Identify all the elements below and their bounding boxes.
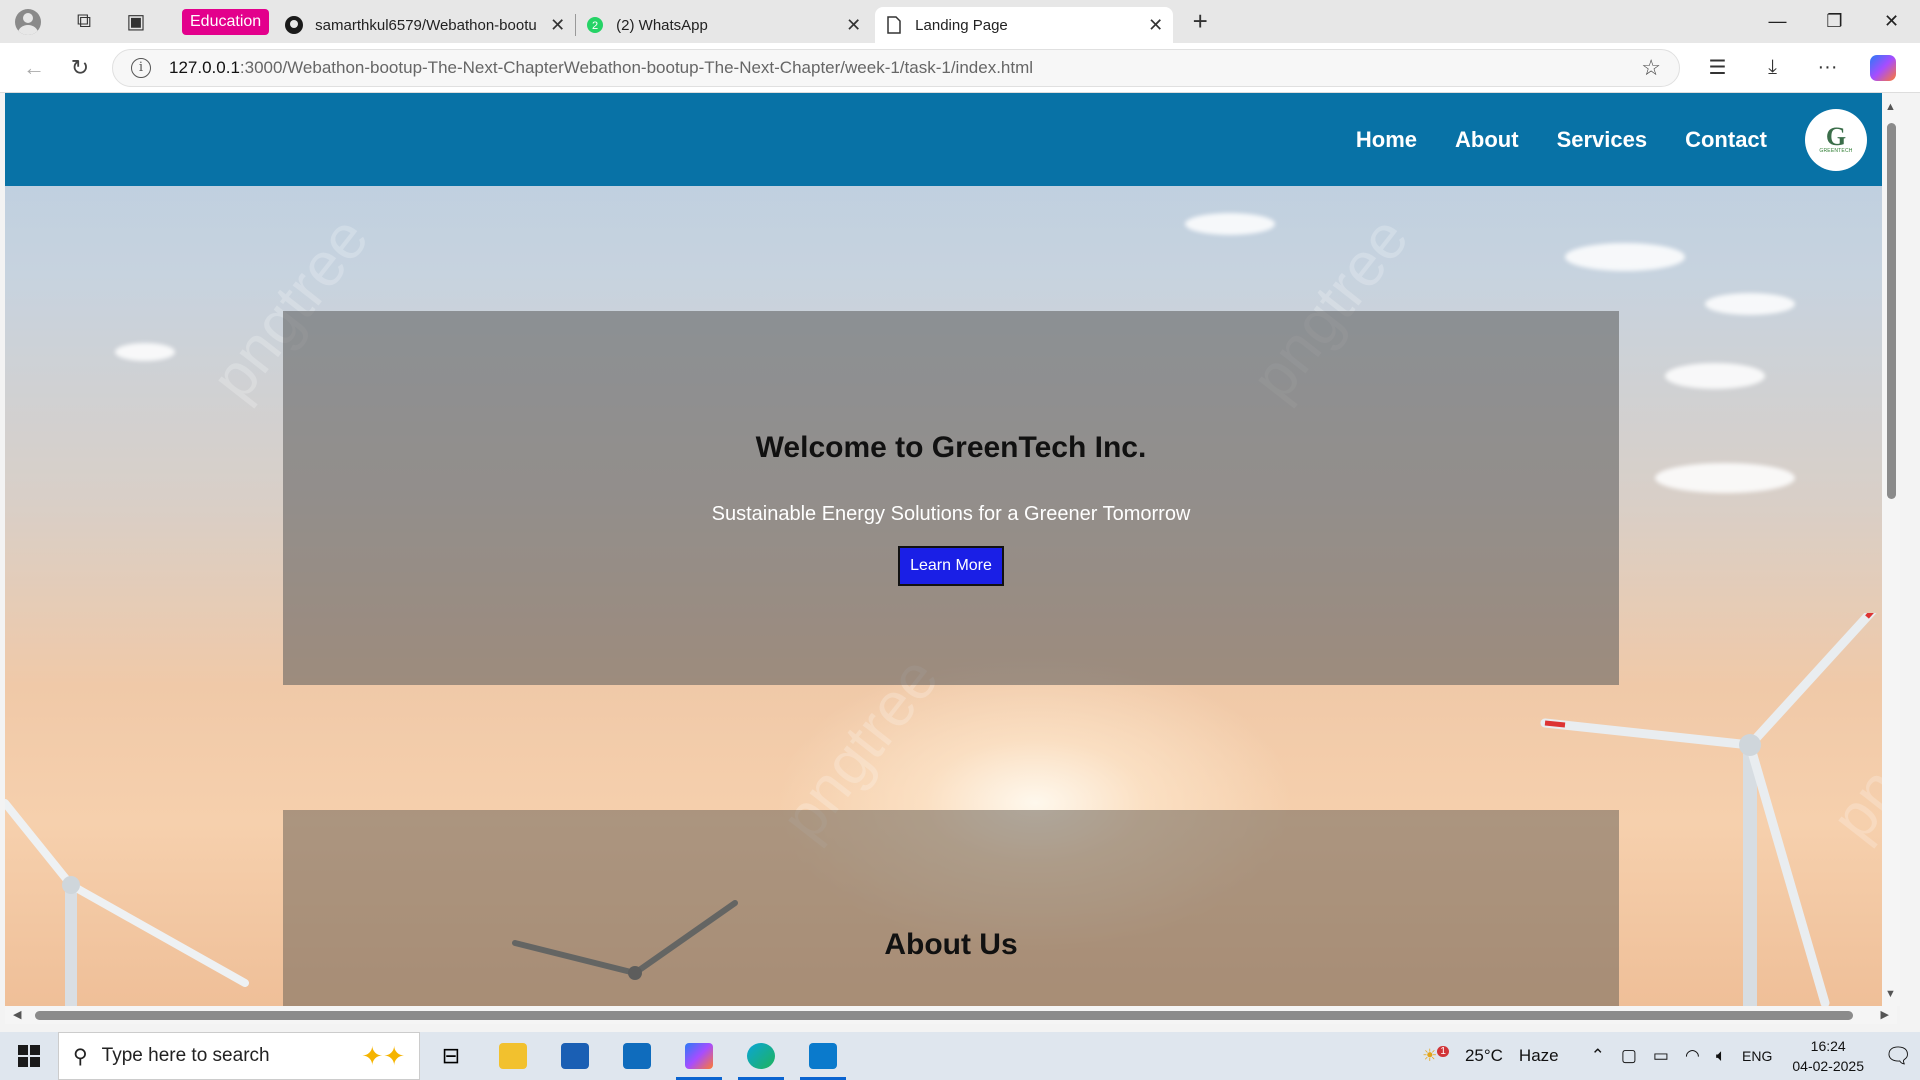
url-host: 127.0.0.1 [169, 57, 240, 77]
file-explorer-icon[interactable] [482, 1032, 544, 1080]
site-info-icon[interactable]: i [131, 57, 151, 78]
battery-icon[interactable]: ▭ [1653, 1046, 1669, 1066]
tab-github[interactable]: samarthkul6579/Webathon-bootu ✕ [275, 7, 575, 43]
tab-landing-page[interactable]: Landing Page ✕ [875, 7, 1174, 43]
learn-more-button[interactable]: Learn More [898, 546, 1004, 586]
task-view-icon[interactable]: ⊟ [420, 1032, 482, 1080]
workspaces-icon[interactable]: ⧉ [64, 2, 104, 42]
url-path: :3000/Webathon-bootup-The-Next-ChapterWe… [239, 57, 1034, 77]
chevron-up-icon[interactable]: ⌃ [1591, 1046, 1605, 1066]
notifications-icon[interactable]: 🗨︎ [1876, 1032, 1920, 1080]
nav-about[interactable]: About [1455, 127, 1519, 153]
address-bar: ← ↻ i 127.0.0.1:3000/Webathon-bootup-The… [0, 43, 1920, 93]
toolbar: ☰ ⤓ ··· [1690, 48, 1910, 88]
scroll-thumb[interactable] [1887, 123, 1896, 499]
volume-icon[interactable]: 🔈︎ [1716, 1046, 1726, 1066]
nav-services[interactable]: Services [1557, 127, 1648, 153]
tab-group-education[interactable]: Education [182, 8, 270, 35]
copilot-app-icon[interactable] [668, 1032, 730, 1080]
copilot-icon[interactable] [1855, 48, 1910, 88]
more-menu-icon[interactable]: ··· [1800, 48, 1855, 88]
github-icon [285, 16, 304, 34]
back-icon[interactable]: ← [12, 48, 56, 88]
search-icon: ⚲ [73, 1045, 88, 1068]
favorite-star-icon[interactable]: ☆ [1641, 55, 1661, 81]
weather-desc[interactable]: Haze [1519, 1046, 1559, 1066]
clock-time: 16:24 [1810, 1038, 1846, 1054]
tab-title: (2) WhatsApp [616, 16, 708, 34]
cloud [1185, 213, 1275, 235]
page-icon [885, 16, 903, 34]
taskbar: ⚲ Type here to search ✦✦ ⊟ ☀ 1 25°C Haze … [0, 1032, 1920, 1080]
restore-icon[interactable]: ❐ [1806, 0, 1863, 43]
cloud [1705, 293, 1795, 315]
tab-whatsapp[interactable]: 2 (2) WhatsApp ✕ [576, 7, 871, 43]
meet-now-icon[interactable]: ▢ [1621, 1046, 1637, 1066]
url-input[interactable]: i 127.0.0.1:3000/Webathon-bootup-The-Nex… [112, 48, 1680, 87]
scroll-down-icon[interactable]: ▼ [1885, 988, 1896, 1000]
minimize-icon[interactable]: — [1749, 0, 1806, 43]
windows-icon [18, 1045, 40, 1067]
window-controls: — ❐ ✕ [1749, 0, 1920, 43]
refresh-icon[interactable]: ↻ [58, 48, 102, 88]
logo-text: GREENTECH [1819, 147, 1853, 154]
start-button[interactable] [0, 1032, 58, 1080]
new-tab-button[interactable]: + [1185, 6, 1215, 37]
horizontal-scrollbar[interactable]: ◀ ▶ [5, 1006, 1897, 1024]
profile-button[interactable] [8, 2, 48, 42]
outlook-icon[interactable] [606, 1032, 668, 1080]
close-icon[interactable]: ✕ [846, 15, 861, 36]
scroll-thumb[interactable] [35, 1011, 1853, 1020]
sparkle-icon: ✦✦ [361, 1040, 405, 1071]
page-viewport: pngtree pngtree pngtree pngtree Home Abo… [5, 93, 1897, 1006]
edge-icon[interactable] [730, 1032, 792, 1080]
greentech-logo[interactable]: G GREENTECH [1805, 108, 1867, 171]
close-icon[interactable]: ✕ [1148, 15, 1163, 36]
wifi-icon[interactable]: ◠ [1685, 1046, 1700, 1066]
site-navbar: Home About Services Contact G GREENTECH [5, 93, 1897, 186]
vertical-scrollbar[interactable]: ▲ ▼ [1882, 93, 1900, 1006]
cloud [115, 343, 175, 361]
taskbar-search[interactable]: ⚲ Type here to search ✦✦ [58, 1032, 420, 1080]
close-icon[interactable]: ✕ [550, 15, 565, 36]
vscode-icon[interactable] [792, 1032, 854, 1080]
whatsapp-icon: 2 [586, 16, 604, 34]
cloud [1655, 463, 1795, 493]
close-window-icon[interactable]: ✕ [1863, 0, 1920, 43]
nav-home[interactable]: Home [1356, 127, 1417, 153]
scroll-up-icon[interactable]: ▲ [1885, 101, 1896, 113]
search-placeholder: Type here to search [101, 1045, 270, 1066]
logo-mark: G [1825, 121, 1847, 151]
store-icon[interactable] [544, 1032, 606, 1080]
favorites-icon[interactable]: ☰ [1690, 48, 1745, 88]
about-title: About Us [884, 928, 1018, 961]
clock-date: 04-02-2025 [1792, 1058, 1864, 1074]
tab-title: samarthkul6579/Webathon-bootu [315, 16, 537, 34]
wind-turbine [5, 799, 249, 1006]
hero-title: Welcome to GreenTech Inc. [755, 431, 1147, 464]
weather-temp[interactable]: 25°C [1465, 1046, 1503, 1066]
scroll-left-icon[interactable]: ◀ [13, 1008, 21, 1021]
tab-bar: ⧉ ▣ Education samarthkul6579/Webathon-bo… [0, 0, 1920, 43]
downloads-icon[interactable]: ⤓ [1745, 48, 1800, 88]
language-indicator[interactable]: ENG [1742, 1048, 1772, 1064]
about-section: About Us [283, 810, 1619, 1006]
hero-subtitle: Sustainable Energy Solutions for a Green… [711, 503, 1191, 525]
weather-icon[interactable]: ☀ 1 [1422, 1046, 1449, 1066]
system-tray: ☀ 1 25°C Haze ⌃ ▢ ▭ ◠ 🔈︎ ENG 16:24 04-02-… [1414, 1032, 1920, 1080]
whatsapp-badge: 2 [592, 20, 598, 32]
cloud [1665, 363, 1765, 389]
cloud [1565, 243, 1685, 271]
profile-icon [15, 8, 41, 35]
hero-section: Welcome to GreenTech Inc. Sustainable En… [283, 311, 1619, 685]
vertical-tabs-icon[interactable]: ▣ [116, 2, 156, 42]
scroll-right-icon[interactable]: ▶ [1881, 1008, 1889, 1021]
tab-title: Landing Page [915, 16, 1008, 34]
clock[interactable]: 16:24 04-02-2025 [1792, 1036, 1864, 1076]
nav-contact[interactable]: Contact [1685, 127, 1767, 153]
weather-badge: 1 [1437, 1046, 1449, 1058]
